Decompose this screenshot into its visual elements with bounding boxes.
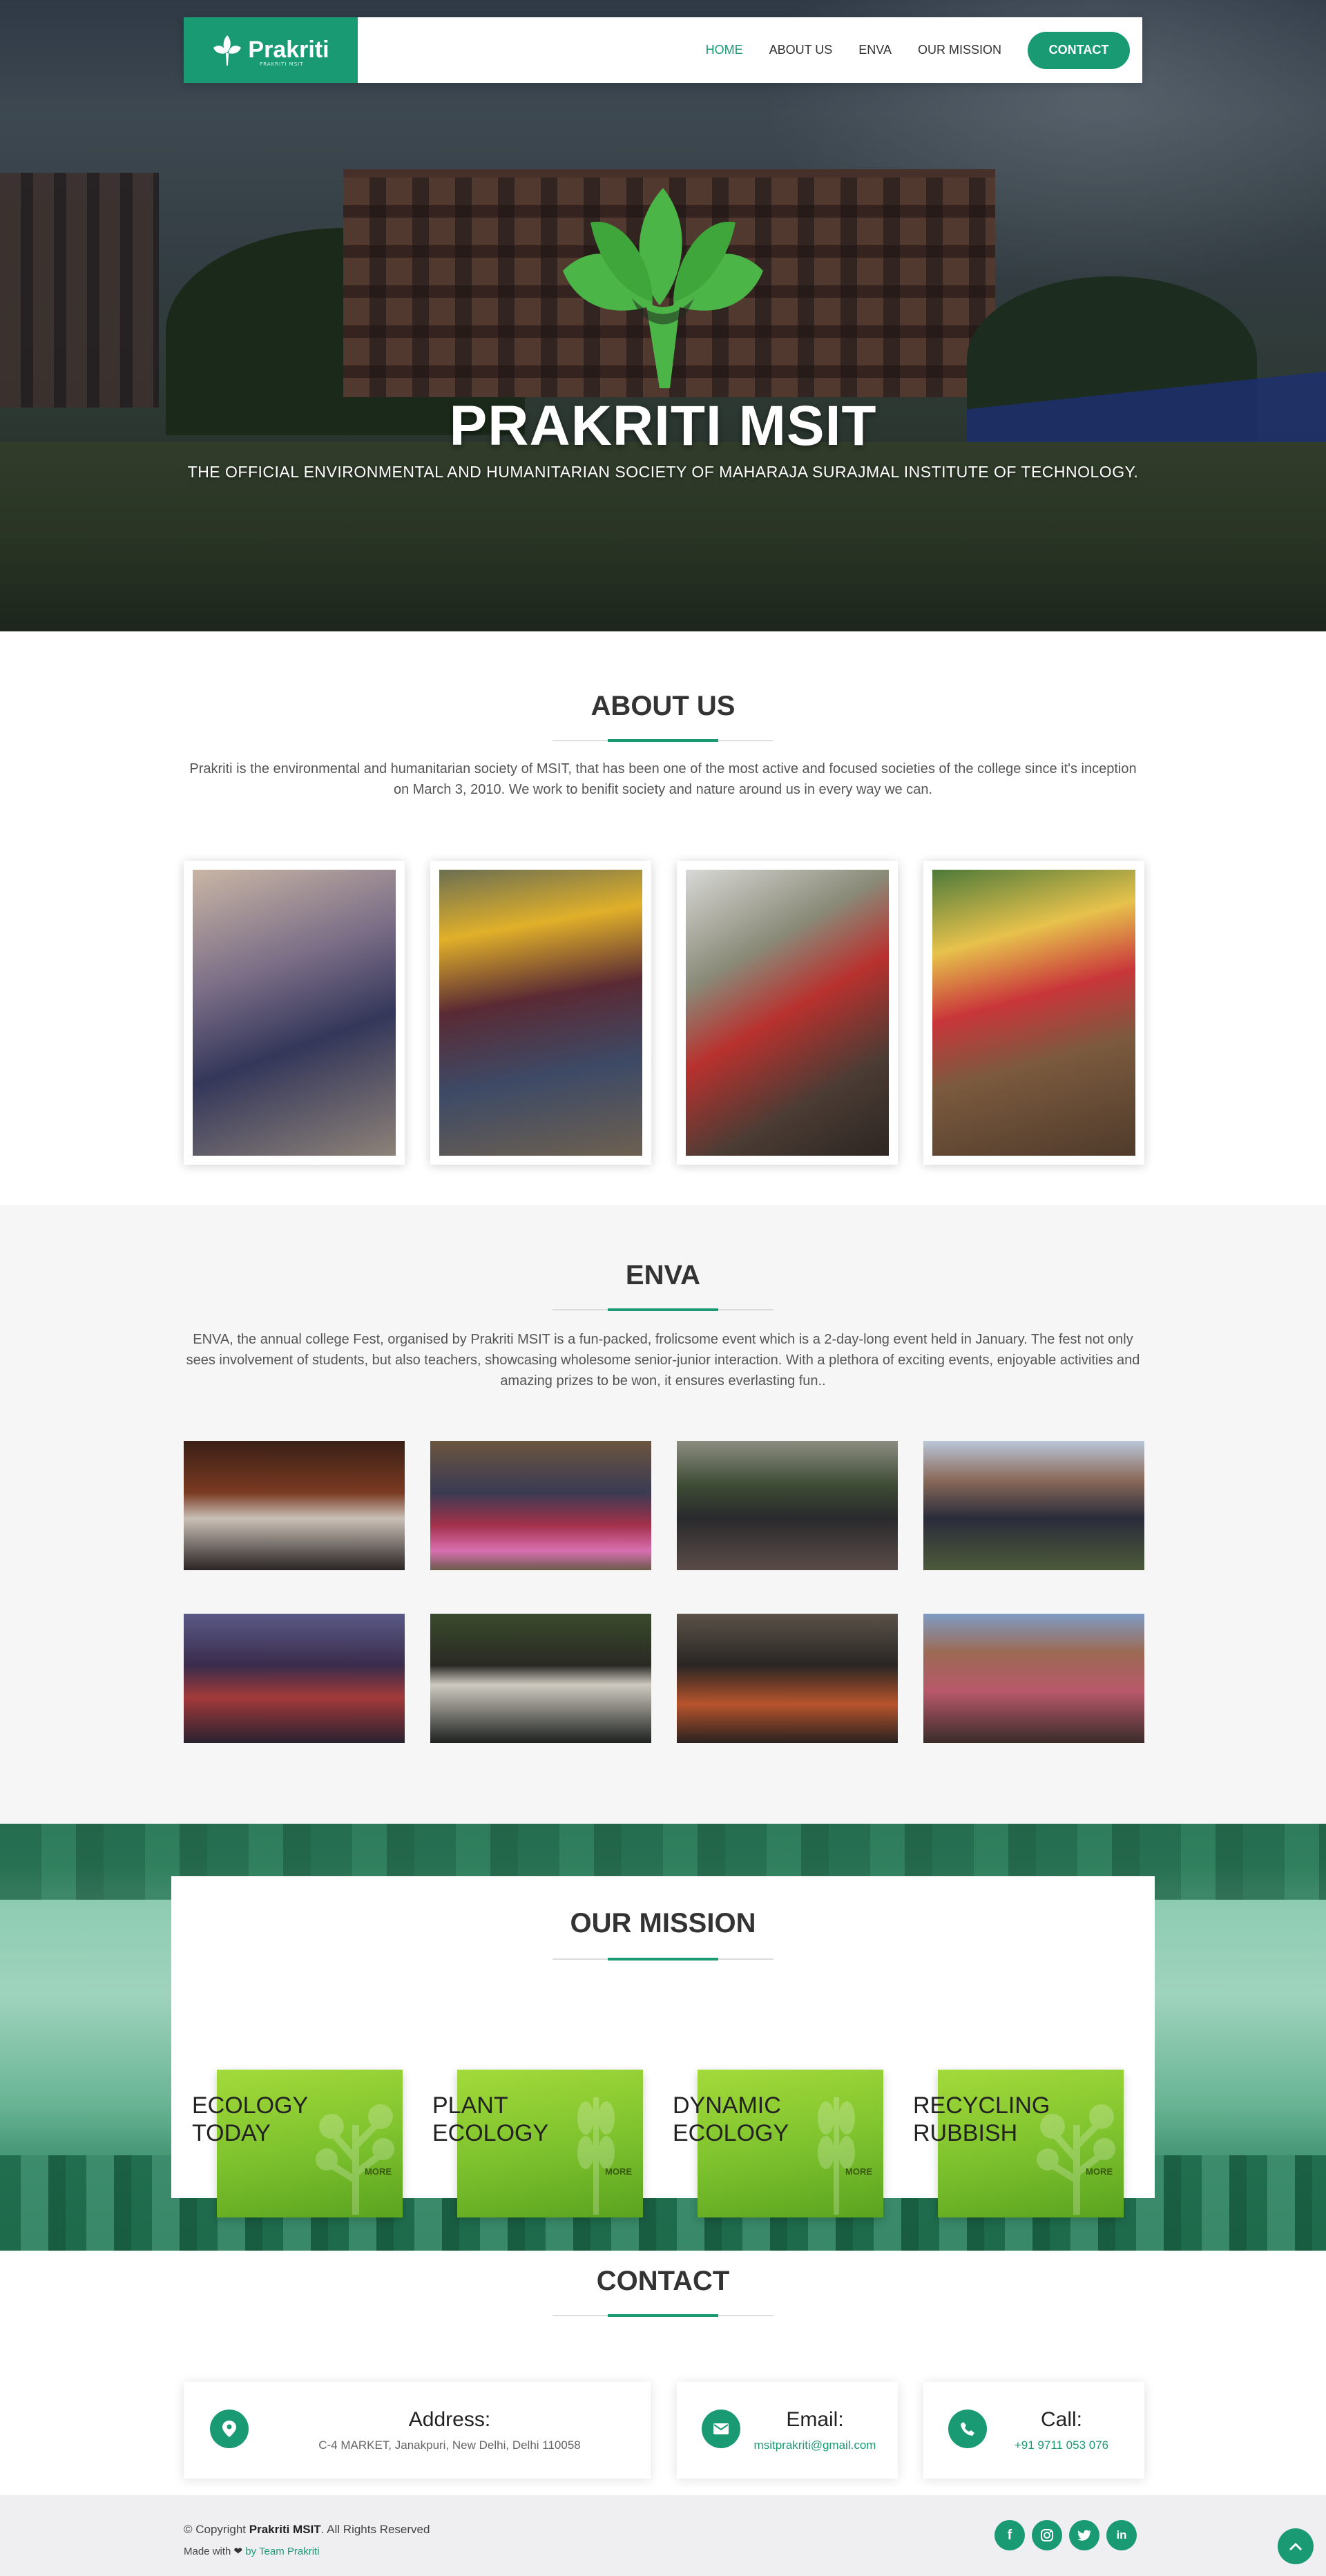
address-card: Address: C-4 MARKET, Janakpuri, New Delh…	[184, 2382, 651, 2479]
call-label: Call:	[1040, 2408, 1082, 2431]
nav-enva[interactable]: ENVA	[858, 43, 892, 57]
about-photo-2	[430, 861, 651, 1165]
mission-title-underline	[552, 1958, 774, 1960]
email-card: Email: msitprakriti@gmail.com	[677, 2382, 898, 2479]
hero-banner: PRAKRITI MSIT THE OFFICIAL ENVIRONMENTAL…	[0, 0, 1326, 631]
about-photo-4	[923, 861, 1144, 1165]
facebook-icon[interactable]: f	[995, 2520, 1025, 2550]
heart-icon: ❤	[233, 2546, 243, 2557]
team-link[interactable]: by Team Prakriti	[245, 2546, 319, 2557]
phone-link[interactable]: +91 9711 053 076	[992, 2439, 1131, 2452]
enva-photo-hall[interactable]	[677, 1614, 898, 1743]
hero-title: PRAKRITI MSIT	[449, 394, 877, 457]
copyright-name: Prakriti MSIT	[249, 2523, 321, 2536]
contact-section: CONTACT Address: C-4 MARKET, Janakpuri, …	[0, 2251, 1326, 2495]
nav-home[interactable]: HOME	[706, 43, 743, 57]
leaf-logo-icon	[213, 35, 242, 66]
email-label: Email:	[786, 2408, 844, 2431]
mission-panel: OUR MISSION MORE ECOLOGY TODAY MORE PLAN…	[171, 1876, 1155, 2217]
about-title: ABOUT US	[590, 691, 736, 721]
copyright-text: © Copyright Prakriti MSIT. All Rights Re…	[184, 2523, 430, 2536]
twitter-icon[interactable]	[1069, 2520, 1099, 2550]
enva-photo-circle[interactable]	[430, 1614, 651, 1743]
mission-more-link[interactable]: MORE	[845, 2166, 872, 2177]
mission-more-link[interactable]: MORE	[365, 2166, 392, 2177]
about-photo-3	[677, 861, 898, 1165]
volunteers-distribution-photo	[193, 870, 396, 1156]
enva-title-underline	[552, 1308, 774, 1311]
about-photo-1	[184, 861, 405, 1165]
contact-title: CONTACT	[596, 2266, 730, 2296]
call-card: Call: +91 9711 053 076	[923, 2382, 1144, 2479]
mission-title: OUR MISSION	[570, 1908, 756, 1938]
enva-photo-stage[interactable]	[184, 1441, 405, 1570]
nav-our-mission[interactable]: OUR MISSION	[918, 43, 1001, 57]
nav-about-us[interactable]: ABOUT US	[769, 43, 833, 57]
enva-title: ENVA	[625, 1260, 701, 1290]
enva-photo-lab[interactable]	[184, 1614, 405, 1743]
nav-contact-button[interactable]: CONTACT	[1028, 31, 1130, 69]
mission-label-plant-ecology: PLANT ECOLOGY	[432, 2092, 549, 2146]
map-marker-icon	[210, 2410, 249, 2448]
footer: © Copyright Prakriti MSIT. All Rights Re…	[0, 2495, 1326, 2576]
brand-name: Prakriti	[248, 37, 329, 63]
brand-logo[interactable]: Prakriti PRAKRITI MSIT	[184, 17, 358, 83]
about-text: Prakriti is the environmental and humani…	[189, 761, 1137, 797]
mission-label-dynamic-ecology: DYNAMIC ECOLOGY	[673, 2092, 789, 2146]
instagram-icon[interactable]	[1032, 2520, 1062, 2550]
email-link[interactable]: msitprakriti@gmail.com	[746, 2439, 884, 2452]
top-navbar: Prakriti PRAKRITI MSIT HOME ABOUT US ENV…	[184, 17, 1142, 83]
wheat-icon	[818, 2097, 855, 2215]
phone-icon	[948, 2410, 987, 2448]
contact-title-underline	[552, 2314, 774, 2317]
back-to-top-button[interactable]	[1278, 2528, 1314, 2564]
linkedin-icon[interactable]: in	[1106, 2520, 1137, 2550]
nav-menu: HOME ABOUT US ENVA OUR MISSION CONTACT	[680, 17, 1130, 83]
enva-section: ENVA ENVA, the annual college Fest, orga…	[0, 1205, 1326, 1824]
enva-photo-crowd[interactable]	[430, 1441, 651, 1570]
address-label: Address:	[408, 2408, 491, 2431]
tree-planting-photo	[932, 870, 1135, 1156]
enva-photo-group[interactable]	[923, 1441, 1144, 1570]
enva-text: ENVA, the annual college Fest, organised…	[186, 1332, 1140, 1389]
tree-icon	[316, 2104, 394, 2215]
made-with-text: Made with ❤ by Team Prakriti	[184, 2546, 320, 2557]
prakriti-leaf-logo-icon	[563, 188, 763, 388]
mission-label-recycling-rubbish: RECYCLING RUBBISH	[913, 2092, 1050, 2146]
feeding-dogs-photo	[439, 870, 642, 1156]
mission-section: OUR MISSION MORE ECOLOGY TODAY MORE PLAN…	[0, 1824, 1326, 2251]
enva-photo-audience[interactable]	[677, 1441, 898, 1570]
mission-more-link[interactable]: MORE	[605, 2166, 632, 2177]
address-value: C-4 MARKET, Janakpuri, New Delhi, Delhi …	[318, 2439, 581, 2452]
about-title-underline	[552, 739, 774, 742]
wheat-icon	[577, 2097, 615, 2215]
envelope-icon	[702, 2410, 740, 2448]
brand-tagline: PRAKRITI MSIT	[260, 61, 304, 67]
enva-photo-campus[interactable]	[923, 1614, 1144, 1743]
child-care-photo	[686, 870, 889, 1156]
about-section: ABOUT US Prakriti is the environmental a…	[0, 631, 1326, 1205]
chevron-up-icon	[1289, 2542, 1303, 2551]
mission-more-link[interactable]: MORE	[1086, 2166, 1113, 2177]
hero-subtitle: THE OFFICIAL ENVIRONMENTAL AND HUMANITAR…	[187, 463, 1139, 481]
mission-label-ecology-today: ECOLOGY TODAY	[192, 2092, 309, 2146]
